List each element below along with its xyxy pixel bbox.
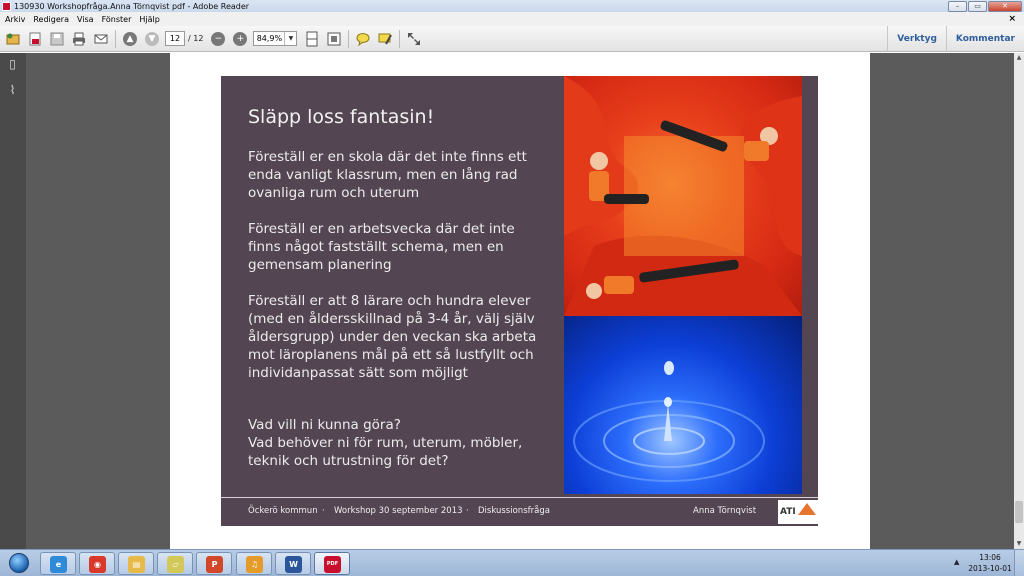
- menu-visa[interactable]: Visa: [73, 15, 98, 24]
- toolbar: ▲ ▼ 12 / 12 − + 84,9% ▼ Verktyg Kommenta…: [0, 25, 1024, 52]
- slide: Släpp loss fantasin! Föreställ er en sko…: [221, 76, 818, 526]
- window-controls: – ▭ ✕: [947, 0, 1022, 12]
- slide-paragraph-4: Vad vill ni kunna göra? Vad behöver ni f…: [248, 417, 523, 469]
- zoom-select[interactable]: 84,9% ▼: [253, 31, 298, 46]
- comment-pane-button[interactable]: Kommentar: [945, 25, 1024, 52]
- slide-paragraph-1: Föreställ er en skola där det inte finns…: [248, 149, 527, 201]
- clock-time[interactable]: 13:06: [975, 553, 1005, 562]
- arrow-down-icon: ▼: [145, 31, 159, 46]
- expand-icon[interactable]: [405, 30, 423, 48]
- pdf-page: Släpp loss fantasin! Föreställ er en sko…: [170, 53, 870, 549]
- page-total-label: / 12: [188, 34, 204, 43]
- footer-separator: ·: [466, 506, 469, 516]
- show-desktop-button[interactable]: [1014, 550, 1024, 576]
- menu-fonster[interactable]: Fönster: [98, 15, 136, 24]
- toolbar-separator: [115, 29, 116, 48]
- close-document-button[interactable]: ×: [1008, 14, 1016, 24]
- toolbar-right-panel: Verktyg Kommentar: [887, 25, 1024, 52]
- vertical-scrollbar[interactable]: ▲ ▼: [1014, 53, 1024, 549]
- chevron-down-icon[interactable]: ▼: [284, 32, 296, 45]
- create-pdf-icon[interactable]: [26, 30, 44, 48]
- windows-logo-icon: [9, 553, 29, 573]
- scroll-up-icon[interactable]: ▲: [1014, 53, 1024, 63]
- maximize-button[interactable]: ▭: [968, 0, 987, 12]
- next-page-button[interactable]: ▼: [143, 30, 161, 48]
- footer-separator: ·: [322, 506, 325, 516]
- taskbar: e ◉ ▤ ▱ P ♫ W PDF ▲ 13:06 2013-10-01: [0, 549, 1024, 576]
- taskbar-app-button[interactable]: W: [275, 552, 311, 575]
- file-explorer-icon: ▤: [128, 556, 145, 573]
- highlight-pen-icon[interactable]: [376, 30, 394, 48]
- menu-arkiv[interactable]: Arkiv: [0, 15, 29, 24]
- footer-event: Workshop 30 september 2013: [334, 506, 463, 516]
- fit-page-icon[interactable]: [325, 30, 343, 48]
- scroll-mode-icon[interactable]: [303, 30, 321, 48]
- taskbar-app-button[interactable]: P: [196, 552, 232, 575]
- tray-expand-icon[interactable]: ▲: [954, 558, 959, 566]
- open-file-icon[interactable]: [4, 30, 22, 48]
- footer-author: Anna Törnqvist: [693, 506, 757, 516]
- window-title: 130930 Workshopfråga.Anna Törnqvist pdf …: [14, 1, 250, 11]
- word-icon: W: [285, 556, 302, 573]
- taskbar-app-button[interactable]: ♫: [236, 552, 272, 575]
- toolbar-separator: [348, 29, 350, 48]
- scroll-down-icon[interactable]: ▼: [1014, 539, 1024, 549]
- zoom-out-button[interactable]: −: [209, 30, 227, 48]
- previous-page-button[interactable]: ▲: [121, 30, 139, 48]
- slide-paragraph-3: Föreställ er att 8 lärare och hundra ele…: [248, 293, 537, 381]
- zoom-in-button[interactable]: +: [231, 30, 249, 48]
- arrow-up-icon: ▲: [123, 31, 137, 46]
- navigation-panel: ▯ ⌇: [0, 53, 26, 549]
- taskbar-app-button[interactable]: e: [40, 552, 76, 575]
- tools-pane-button[interactable]: Verktyg: [887, 25, 946, 52]
- footer-doc-type: Diskussionsfråga: [478, 506, 550, 516]
- logo-triangle-icon: [798, 503, 816, 515]
- ati-logo: ATI: [778, 500, 818, 524]
- email-icon[interactable]: [92, 30, 110, 48]
- window-title-bar: 130930 Workshopfråga.Anna Törnqvist pdf …: [0, 0, 1024, 12]
- minimize-button[interactable]: –: [948, 0, 967, 12]
- adobe-reader-icon: [2, 1, 11, 11]
- page-thumbnails-icon[interactable]: ▯: [6, 57, 19, 71]
- menu-redigera[interactable]: Redigera: [29, 15, 73, 24]
- plus-icon: +: [233, 31, 248, 46]
- page-number-input[interactable]: 12: [165, 31, 185, 46]
- document-viewport[interactable]: Släpp loss fantasin! Föreställ er en sko…: [26, 53, 1014, 549]
- taskbar-app-button[interactable]: PDF: [314, 552, 350, 575]
- slide-paragraph-2: Föreställ er en arbetsvecka där det inte…: [248, 221, 515, 273]
- taskbar-app-button[interactable]: ▤: [118, 552, 154, 575]
- attachment-paperclip-icon[interactable]: ⌇: [6, 83, 19, 97]
- comment-bubble-icon[interactable]: [354, 30, 372, 48]
- minus-icon: −: [211, 31, 226, 46]
- toolbar-separator: [399, 29, 401, 48]
- sticky-folder-icon: ▱: [167, 556, 184, 573]
- save-icon[interactable]: [48, 30, 66, 48]
- logo-text: ATI: [780, 507, 796, 517]
- presentation-icon: P: [206, 556, 223, 573]
- internet-explorer-icon: e: [50, 556, 67, 573]
- clock-date[interactable]: 2013-10-01: [967, 564, 1013, 573]
- print-icon[interactable]: [70, 30, 88, 48]
- footer-organization: Öckerö kommun: [248, 506, 318, 516]
- taskbar-app-button[interactable]: ◉: [79, 552, 115, 575]
- slide-title: Släpp loss fantasin!: [248, 106, 435, 128]
- zoom-value: 84,9%: [256, 34, 283, 43]
- chrome-icon: ◉: [89, 556, 106, 573]
- pdf-reader-icon: PDF: [324, 556, 341, 573]
- red-chair-photo: [564, 76, 802, 316]
- media-app-icon: ♫: [246, 556, 263, 573]
- start-button[interactable]: [2, 551, 36, 575]
- footer-divider: [221, 497, 818, 498]
- scroll-thumb[interactable]: [1015, 501, 1023, 523]
- taskbar-app-button[interactable]: ▱: [157, 552, 193, 575]
- menu-hjalp[interactable]: Hjälp: [135, 15, 163, 24]
- water-drop-photo: [564, 316, 802, 494]
- close-button[interactable]: ✕: [988, 0, 1022, 12]
- menu-bar: Arkiv Redigera Visa Fönster Hjälp ×: [0, 12, 1024, 26]
